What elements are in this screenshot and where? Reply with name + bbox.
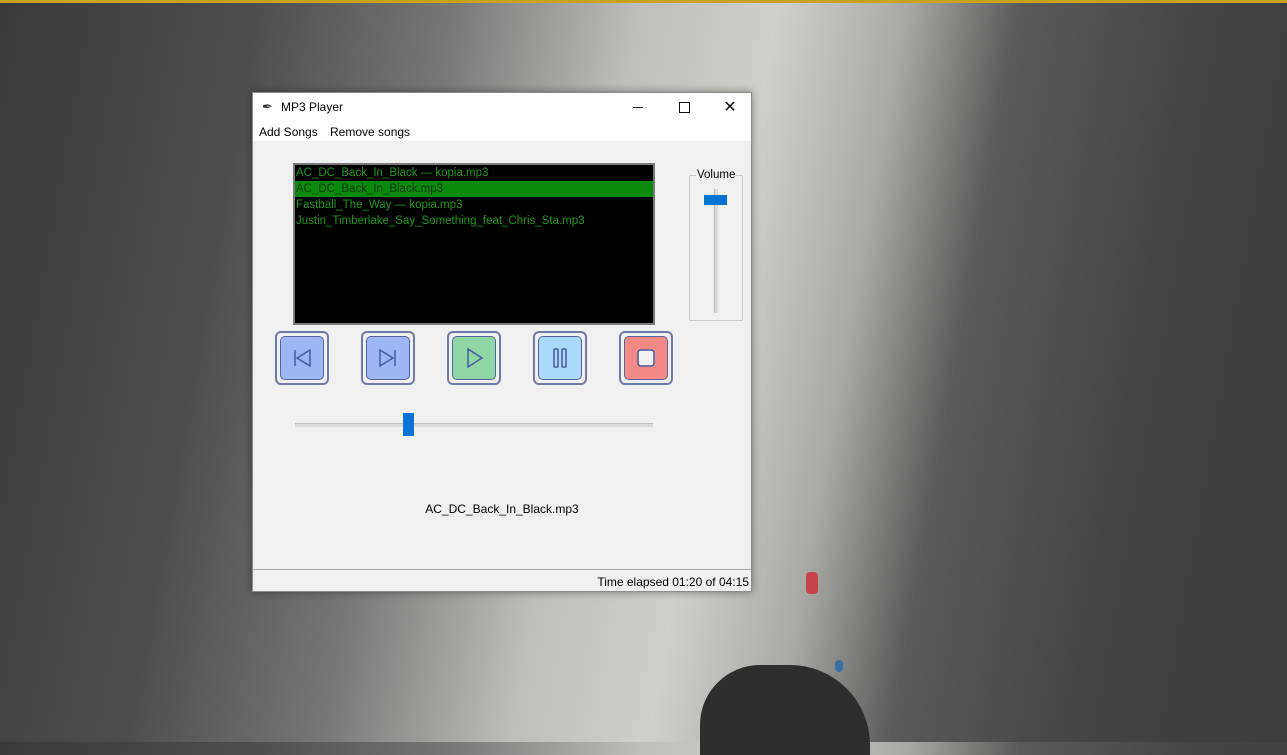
stop-button-face xyxy=(624,336,668,380)
maximize-icon xyxy=(678,101,690,113)
minimize-button[interactable] xyxy=(615,93,661,121)
volume-label: Volume xyxy=(696,169,737,181)
playlist-listbox[interactable]: AC_DC_Back_In_Black — kopia.mp3 AC_DC_Bac… xyxy=(293,163,655,325)
playlist-item[interactable]: AC_DC_Back_In_Black — kopia.mp3 xyxy=(295,165,653,181)
next-button[interactable] xyxy=(361,331,415,385)
stop-button[interactable] xyxy=(619,331,673,385)
volume-slider-thumb[interactable] xyxy=(704,194,727,205)
feather-icon: ✒ xyxy=(262,99,273,114)
climber-figure xyxy=(806,572,818,594)
volume-slider-track[interactable] xyxy=(714,189,718,313)
seek-slider-track[interactable] xyxy=(295,423,653,427)
previous-icon xyxy=(294,348,311,368)
time-elapsed-text: Time elapsed 01:20 of 04:15 xyxy=(597,575,749,589)
next-icon xyxy=(379,348,396,368)
pause-button[interactable] xyxy=(533,331,587,385)
menu-bar: Add Songs Remove songs xyxy=(253,121,751,141)
stop-icon xyxy=(637,349,655,367)
previous-button[interactable] xyxy=(275,331,329,385)
window-title: MP3 Player xyxy=(281,100,344,114)
next-button-face xyxy=(366,336,410,380)
pause-button-face xyxy=(538,336,582,380)
menu-remove-songs[interactable]: Remove songs xyxy=(330,125,410,139)
mp3-player-window[interactable]: ✒ MP3 Player ✕ Add Songs Remove songs AC… xyxy=(252,92,752,592)
status-bar: Time elapsed 01:20 of 04:15 xyxy=(253,569,751,591)
play-icon xyxy=(467,347,484,369)
seek-slider-thumb[interactable] xyxy=(402,413,414,436)
playlist-item[interactable]: Fastball_The_Way — kopia.mp3 xyxy=(295,197,653,213)
climber-figure-2 xyxy=(835,660,843,672)
title-bar[interactable]: ✒ MP3 Player ✕ xyxy=(253,93,751,121)
minimize-icon xyxy=(633,106,643,108)
play-button-face xyxy=(452,336,496,380)
maximize-button[interactable] xyxy=(661,93,707,121)
screen-top-edge xyxy=(0,0,1287,3)
playlist-item[interactable]: Justin_Timberlake_Say_Something_feat_Chr… xyxy=(295,213,653,229)
previous-button-face xyxy=(280,336,324,380)
menu-add-songs[interactable]: Add Songs xyxy=(259,125,318,139)
play-button[interactable] xyxy=(447,331,501,385)
now-playing-label: AC_DC_Back_In_Black.mp3 xyxy=(425,502,579,516)
close-button[interactable]: ✕ xyxy=(707,93,753,121)
playlist-item-selected[interactable]: AC_DC_Back_In_Black.mp3 xyxy=(295,181,653,197)
close-icon: ✕ xyxy=(723,99,737,116)
pause-icon xyxy=(553,348,567,368)
